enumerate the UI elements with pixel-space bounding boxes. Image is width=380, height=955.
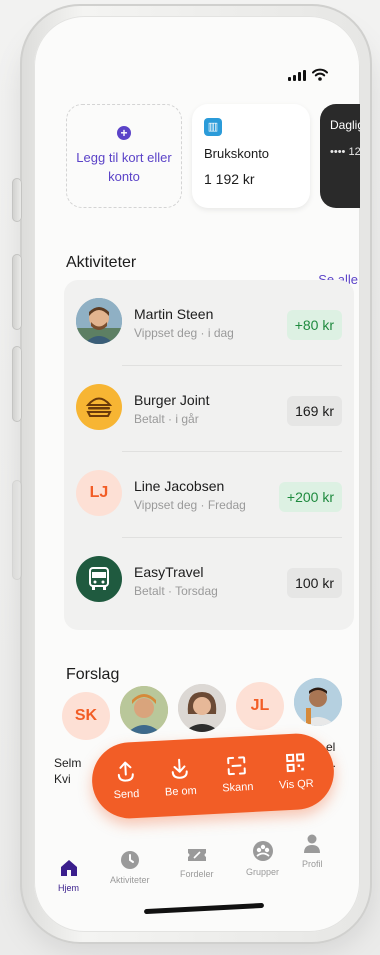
volume-up-button xyxy=(12,254,22,330)
activity-row[interactable]: LJ Line Jacobsen Vippset deg · Fredag +2… xyxy=(64,452,354,538)
avatar-initials-text: LJ xyxy=(89,484,109,501)
activity-subtitle: Betalt · Torsdag xyxy=(134,584,218,598)
activity-row[interactable]: EasyTravel Betalt · Torsdag 100 kr xyxy=(64,538,354,624)
suggestion-initials: JL xyxy=(250,697,270,714)
scan-icon xyxy=(227,756,247,776)
suggestion-avatar[interactable]: JL xyxy=(236,682,284,730)
scan-button[interactable]: Skann xyxy=(221,755,254,795)
tab-home-label: Hjem xyxy=(58,883,80,893)
account-name: Brukskonto xyxy=(204,146,270,161)
tab-profile[interactable]: Profil xyxy=(302,834,323,869)
suggestion-initials: SK xyxy=(74,707,98,724)
tab-groups-label: Grupper xyxy=(246,867,280,877)
tab-profile-label: Profil xyxy=(302,859,323,869)
clock-icon xyxy=(120,851,139,869)
activity-amount: +200 kr xyxy=(278,482,342,512)
home-icon xyxy=(60,860,77,876)
tab-bar: Hjem Aktiviteter Fordeler Grupper Profil xyxy=(34,828,360,932)
suggestions-list: SK JL xyxy=(62,678,342,740)
side-key xyxy=(12,480,22,580)
activity-amount: +80 kr xyxy=(286,310,342,340)
status-bar xyxy=(288,68,328,81)
add-card-label: Legg til kort eller konto xyxy=(76,149,172,185)
activity-amount: 169 kr xyxy=(287,396,342,426)
volume-down-button xyxy=(12,346,22,422)
activity-name: EasyTravel xyxy=(134,564,204,580)
avatar xyxy=(76,298,122,344)
activity-name: Martin Steen xyxy=(134,306,214,322)
activity-amount: 100 kr xyxy=(287,568,342,598)
tab-home[interactable]: Hjem xyxy=(58,858,79,893)
burger-icon xyxy=(76,384,122,430)
activity-row[interactable]: Burger Joint Betalt · i går 169 kr xyxy=(64,366,354,452)
request-button[interactable]: Be om xyxy=(163,757,197,799)
add-card-button[interactable]: + Legg til kort eller konto xyxy=(66,104,182,208)
daily-account-title: Dagligkonto xyxy=(330,118,360,132)
activities-title: Aktiviteter xyxy=(66,254,137,271)
account-card[interactable]: ▥ Brukskonto 1 192 kr xyxy=(192,104,310,208)
bus-icon xyxy=(76,556,122,602)
avatar-initials: LJ xyxy=(76,470,122,516)
suggestion-avatar[interactable] xyxy=(294,678,342,726)
activities-list: Martin Steen Vippset deg · i dag +80 kr … xyxy=(64,280,354,630)
activity-subtitle: Betalt · i går xyxy=(134,412,199,426)
tab-benefits-label: Fordeler xyxy=(180,869,214,879)
download-arrow-icon xyxy=(171,758,188,779)
tab-groups[interactable]: Grupper xyxy=(246,840,279,877)
plus-icon: + xyxy=(117,125,131,140)
bank-icon: ▥ xyxy=(204,118,222,136)
show-qr-label: Vis QR xyxy=(278,777,314,792)
app-screen: + Legg til kort eller konto ▥ Brukskonto… xyxy=(34,16,360,932)
activity-name: Line Jacobsen xyxy=(134,478,225,494)
mute-switch xyxy=(12,178,22,222)
activity-row[interactable]: Martin Steen Vippset deg · i dag +80 kr xyxy=(64,280,354,366)
suggestion-avatar[interactable] xyxy=(178,684,226,732)
signal-icon xyxy=(288,70,306,81)
show-qr-button[interactable]: Vis QR xyxy=(277,752,314,792)
activity-name: Burger Joint xyxy=(134,392,210,408)
activity-subtitle: Vippset deg · i dag xyxy=(134,326,234,340)
suggestion-avatar[interactable]: SK xyxy=(62,692,110,740)
tab-activities-label: Aktiviteter xyxy=(110,875,150,885)
daily-account-card[interactable]: Dagligkonto •••• 1234 xyxy=(320,104,360,208)
person-icon xyxy=(304,834,321,853)
suggestions-title: Forslag xyxy=(66,666,120,683)
send-label: Send xyxy=(113,787,140,802)
upload-arrow-icon xyxy=(117,761,134,782)
tab-activities[interactable]: Aktiviteter xyxy=(110,850,150,885)
request-label: Be om xyxy=(164,784,198,799)
wifi-icon xyxy=(312,68,328,81)
ticket-icon xyxy=(187,849,206,861)
qr-icon xyxy=(285,753,305,773)
group-icon xyxy=(252,841,273,861)
daily-account-number: •••• 1234 xyxy=(330,146,360,158)
scan-label: Skann xyxy=(221,780,254,795)
account-balance: 1 192 kr xyxy=(204,171,255,187)
cards-carousel[interactable]: + Legg til kort eller konto ▥ Brukskonto… xyxy=(66,104,360,208)
tab-benefits[interactable]: Fordeler xyxy=(180,846,214,879)
suggestion-avatar[interactable] xyxy=(120,686,168,734)
send-button[interactable]: Send xyxy=(112,760,140,801)
quick-actions-bar: Send Be om Skann Vis QR xyxy=(90,731,336,821)
activity-subtitle: Vippset deg · Fredag xyxy=(134,498,246,512)
suggestion-label: Selm Kvi xyxy=(54,756,82,786)
